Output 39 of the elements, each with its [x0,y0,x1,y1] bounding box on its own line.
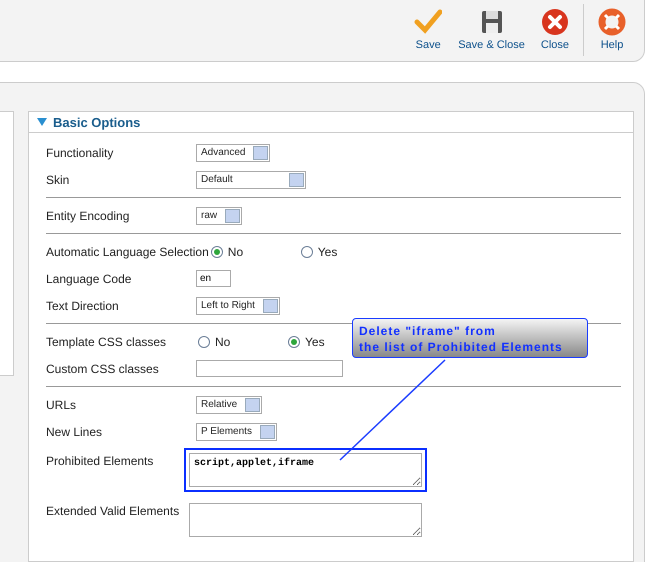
radio-label: No [228,244,244,258]
toolbar-button[interactable]: Help [590,8,634,51]
dropdown[interactable]: Advanced [196,144,270,162]
dropdown[interactable]: raw [196,206,242,224]
radio-button[interactable] [288,336,300,348]
toolbar-button[interactable]: Save [406,8,450,51]
radio-button[interactable] [198,336,210,348]
text-field[interactable] [196,360,343,377]
checkmark-icon [414,8,442,36]
section-header[interactable]: Basic Options [29,112,633,133]
field-label: Functionality [46,146,114,160]
radio-label: Yes [305,334,325,348]
toolbar-button[interactable]: Close [532,8,577,51]
text-area[interactable] [189,503,422,537]
field-label: Extended Valid Elements [46,503,180,518]
field-label: URLs [46,398,78,412]
radio-button[interactable] [210,246,223,258]
text-field[interactable]: en [196,270,231,287]
field-label: New Lines [46,424,104,438]
toolbar-button[interactable]: Save & Close [450,8,533,51]
dropdown[interactable]: Left to Right [196,296,280,314]
field-label: Skin [46,172,70,186]
dropdown[interactable]: Default [196,170,306,188]
lifebuoy-icon [598,8,626,36]
field-label: Language Code [46,272,132,286]
field-label: Entity Encoding [46,208,130,222]
field-label: Prohibited Elements [46,453,154,468]
dropdown[interactable]: Relative [196,396,262,414]
dropdown[interactable]: P Elements [196,422,277,440]
field-label: Text Direction [46,298,120,312]
radio-label: Yes [318,244,338,258]
radio-label: No [215,334,230,348]
callout-note: Delete "iframe" from the list of Prohibited Elements [352,318,588,358]
field-label: Template CSS classes [46,334,168,348]
text-area[interactable]: script,applet,iframe [189,453,422,487]
field-label: Custom CSS classes [46,362,160,376]
close-icon [540,8,569,36]
radio-button[interactable] [300,246,313,258]
field-label: Automatic Language Selection [46,244,209,258]
